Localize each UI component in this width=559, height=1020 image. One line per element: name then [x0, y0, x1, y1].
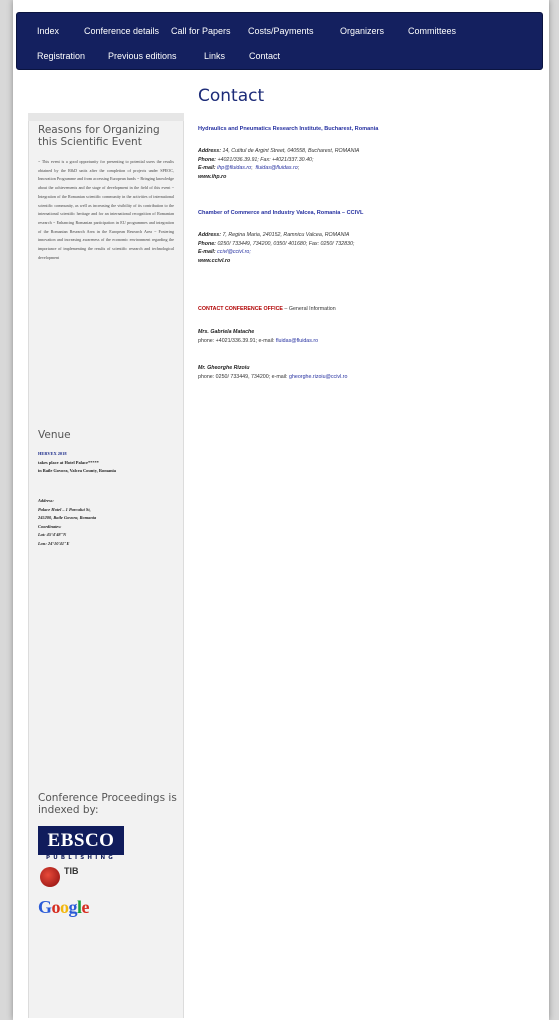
tib-logo-icon[interactable] — [40, 867, 60, 887]
tib-logo-text: TIB — [64, 866, 79, 876]
person2-phone: phone: 0250/ 733449, 734200; e-mail: — [198, 373, 290, 380]
org1-details: Address: 14, Cutitul de Argint Street, 0… — [198, 148, 360, 180]
org1-block: Hydraulics and Pneumatics Research Insti… — [198, 125, 543, 134]
nav-organizers[interactable]: Organizers — [340, 20, 384, 42]
latitude: Lat: 45°4'48"N — [38, 532, 67, 537]
org2-details: Address: 7, Regina Maria, 240152, Ramnic… — [198, 231, 543, 265]
nav-previous-editions[interactable]: Previous editions — [108, 45, 177, 67]
person2-email-link[interactable]: gheorghe.rizoiu@ccivl.ro — [289, 374, 347, 380]
contact-office-title: CONTACT CONFERENCE OFFICE — [198, 306, 283, 312]
coordinates-label: Coordinates: — [38, 523, 62, 529]
nav-index[interactable]: Index — [37, 20, 59, 42]
org2-title: Chamber of Commerce and Industry Valcea,… — [198, 210, 364, 216]
org1-email-link-1[interactable]: ihp@fluidas.ro — [217, 165, 251, 171]
longitude: Lon: 24°10'41"E — [38, 540, 70, 546]
person1-name: Mrs. Gabriela Matache — [198, 329, 255, 335]
person1-block: Mrs. Gabriela Matache phone: +4021/336.3… — [198, 328, 543, 345]
address-label: Address: — [38, 498, 54, 503]
org2-email-link[interactable]: ccivl@ccivl.ro; — [217, 249, 251, 255]
org1-email-link-2[interactable]: fluidas@fluidas.ro — [256, 165, 298, 171]
address-line-2: 245200, Baile Govora, Romania — [38, 515, 97, 520]
google-letter: g — [68, 897, 78, 917]
reasons-text: ~ This event is a good opportunity for p… — [38, 159, 174, 260]
page-title: Contact — [198, 86, 265, 106]
org2-phone-label: Phone: — [198, 240, 216, 247]
org2-email-label: E-mail: — [198, 249, 216, 256]
venue-line-2: in Baile Govora, Valcea County, Romania — [38, 468, 116, 473]
org1-title: Hydraulics and Pneumatics Research Insti… — [198, 126, 379, 132]
office-heading-row: CONTACT CONFERENCE OFFICE – General Info… — [198, 305, 543, 314]
address-line-1: Palace Hotel – 1 Parcului St, — [38, 506, 91, 512]
venue-line-1: takes place at Hotel Palace***** — [38, 459, 99, 465]
org2-address: 7, Regina Maria, 240152, Ramnicu Valcea,… — [222, 232, 350, 238]
google-logo[interactable]: Google — [38, 897, 90, 918]
org1-website[interactable]: www.ihp.ro — [198, 174, 226, 180]
nav-row-2: Registration Previous editions Links Con… — [17, 45, 542, 67]
venue-event-name: HERVEX 2018 — [38, 451, 67, 456]
nav-links[interactable]: Links — [204, 45, 225, 67]
org2-address-label: Address: — [198, 232, 221, 238]
venue-heading: Venue — [38, 429, 71, 441]
person1-phone: phone: +4021/336.39.91; e-mail: — [198, 337, 276, 344]
google-letter: G — [38, 897, 52, 917]
nav-registration[interactable]: Registration — [37, 45, 85, 67]
person1-email-link[interactable]: fluidas@fluidas.ro — [276, 338, 318, 344]
nav-committees[interactable]: Committees — [408, 20, 456, 42]
venue-info: HERVEX 2018 takes place at Hotel Palace*… — [38, 450, 178, 476]
org2-phone: 0250/ 733449, 734200, 0350/ 401680; Fax:… — [217, 240, 355, 247]
org1-address-label: Address: — [198, 148, 221, 154]
nav-row-1: Index Conference details Call for Papers… — [17, 20, 542, 42]
google-letter: o — [60, 897, 69, 917]
ebsco-publishing-text: PUBLISHING — [46, 855, 116, 861]
org1-email-label: E-mail: — [198, 165, 216, 172]
org1-phone: +4021/336.39.91; Fax: +4021/337.30.40; — [217, 156, 314, 163]
org2-block: Chamber of Commerce and Industry Valcea,… — [198, 209, 543, 218]
venue-address: Address: Palace Hotel – 1 Parcului St, 2… — [38, 497, 178, 548]
nav-contact[interactable]: Contact — [249, 45, 280, 67]
google-letter: e — [81, 897, 90, 917]
main-navbar: Index Conference details Call for Papers… — [16, 12, 543, 70]
indexed-heading: Conference Proceedings is indexed by: — [38, 792, 177, 816]
nav-conference-details[interactable]: Conference details — [84, 20, 159, 42]
org1-address: 14, Cutitul de Argint Street, 040558, Bu… — [222, 148, 360, 154]
nav-costs-payments[interactable]: Costs/Payments — [248, 20, 314, 42]
org1-phone-label: Phone: — [198, 156, 216, 163]
contact-office-suffix: – General Information — [282, 306, 336, 312]
ebsco-logo[interactable]: EBSCO — [38, 826, 124, 855]
org2-website[interactable]: www.ccivl.ro — [198, 258, 230, 264]
nav-call-for-papers[interactable]: Call for Papers — [171, 20, 231, 42]
person2-name: Mr. Gheorghe Rizoiu — [198, 365, 250, 371]
reasons-heading: Reasons for Organizing this Scientific E… — [38, 124, 160, 148]
google-letter: o — [51, 897, 61, 917]
sidebar-top-border — [28, 113, 184, 121]
person2-block: Mr. Gheorghe Rizoiu phone: 0250/ 733449,… — [198, 364, 543, 381]
